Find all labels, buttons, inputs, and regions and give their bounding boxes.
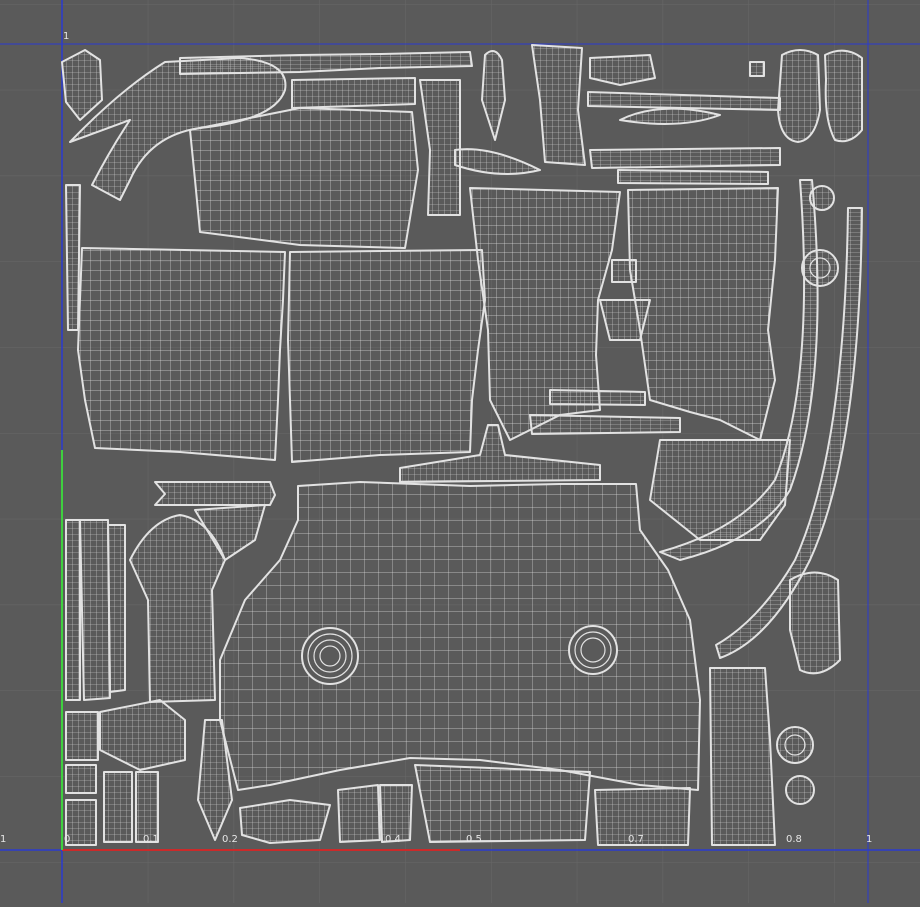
uv-island-bottom-block-3[interactable] bbox=[337, 784, 381, 843]
tick-label-v-one-top: 1 bbox=[63, 31, 70, 42]
uv-island-ring-left[interactable] bbox=[301, 627, 359, 685]
tick-label-u-0.7: 0.7 bbox=[628, 834, 644, 845]
uv-island-small-bolts[interactable] bbox=[65, 711, 99, 761]
uv-island-under-strip-2[interactable] bbox=[529, 414, 681, 435]
uv-island-vest-buckle[interactable] bbox=[611, 259, 637, 283]
uv-island-chevrons-left[interactable] bbox=[154, 481, 276, 506]
uv-island-vest-fan[interactable] bbox=[599, 299, 651, 341]
uv-island-tiny-block[interactable] bbox=[749, 61, 765, 77]
tick-label-u-0.4: 0.4 bbox=[385, 834, 401, 845]
uv-island-button-4[interactable] bbox=[785, 775, 815, 805]
uv-island-strip-top-right-3[interactable] bbox=[617, 169, 769, 185]
uv-canvas[interactable] bbox=[0, 0, 920, 903]
uv-island-left-strip-1[interactable] bbox=[65, 184, 81, 331]
tick-label-right-one: 1 bbox=[866, 834, 873, 845]
uv-island-left-strip-3[interactable] bbox=[79, 519, 111, 701]
uv-island-boot-sole-left[interactable] bbox=[777, 49, 821, 143]
tick-label-u-0.1: 0.1 bbox=[143, 834, 159, 845]
tick-label-u-0.8: 0.8 bbox=[786, 834, 802, 845]
uv-island-cloth-panel-left[interactable] bbox=[77, 247, 286, 461]
uv-island-right-tall-panel[interactable] bbox=[709, 667, 776, 846]
tick-label-u-0.2: 0.2 bbox=[222, 834, 238, 845]
uv-island-bottom-block-1[interactable] bbox=[414, 764, 591, 843]
uv-island-chevron-strip[interactable] bbox=[291, 77, 416, 109]
uv-island-boot-right[interactable] bbox=[789, 571, 841, 675]
uv-island-boot-sole-right[interactable] bbox=[824, 49, 863, 143]
uv-editor-viewport[interactable]: 1 1 0 0.1 0.2 0.4 0.5 0.7 0.8 1 bbox=[0, 0, 920, 903]
uv-island-small-pad[interactable] bbox=[589, 54, 656, 86]
uv-island-ring-right[interactable] bbox=[568, 625, 618, 675]
uv-island-bottom-shield[interactable] bbox=[239, 799, 331, 844]
uv-island-cloth-panel-right[interactable] bbox=[287, 249, 486, 463]
tick-label-u-0.5: 0.5 bbox=[466, 834, 482, 845]
uv-island-button-1[interactable] bbox=[801, 249, 839, 287]
uv-island-strip-top-right-2[interactable] bbox=[589, 147, 781, 169]
uv-island-left-strip-2[interactable] bbox=[65, 519, 81, 701]
uv-island-left-strip-4[interactable] bbox=[107, 524, 126, 693]
uv-island-under-strip-1[interactable] bbox=[549, 389, 646, 406]
uv-island-button-2[interactable] bbox=[809, 185, 835, 211]
tick-label-u-zero: 0 bbox=[64, 834, 71, 845]
tick-label-left-one: 1 bbox=[0, 834, 7, 845]
uv-island-vest-back[interactable] bbox=[189, 107, 419, 249]
uv-island-button-3[interactable] bbox=[776, 726, 814, 764]
